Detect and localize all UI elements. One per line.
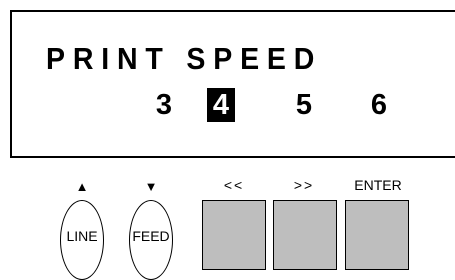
enter-hint: ENTER: [354, 177, 402, 193]
up-arrow-icon: ▲: [75, 179, 89, 194]
speed-option-5: 5: [295, 89, 313, 121]
prev-button[interactable]: [202, 200, 266, 270]
down-arrow-icon: ▼: [144, 179, 158, 194]
next-hint: >>: [293, 177, 315, 193]
prev-hint: <<: [223, 177, 245, 193]
feed-button[interactable]: FEED: [129, 200, 173, 280]
line-button-label: LINE: [66, 228, 98, 244]
feed-button-label: FEED: [132, 228, 170, 244]
line-button[interactable]: LINE: [60, 200, 104, 280]
enter-button[interactable]: [345, 200, 409, 270]
display-title: PRINT SPEED: [46, 41, 323, 76]
speed-option-4-selected: 4: [207, 88, 235, 122]
lcd-display: PRINT SPEED 3 4 5 6: [10, 10, 455, 158]
speed-option-3: 3: [155, 89, 173, 121]
next-button[interactable]: [273, 200, 337, 270]
speed-option-6: 6: [370, 89, 388, 121]
